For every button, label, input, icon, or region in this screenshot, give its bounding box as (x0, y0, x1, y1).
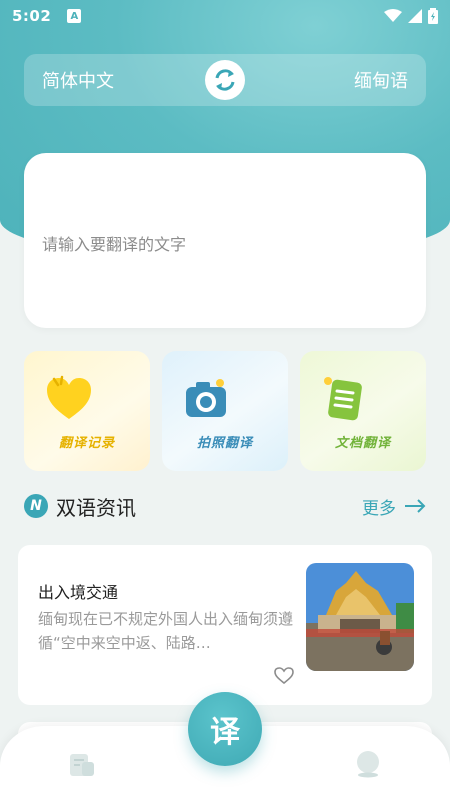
wifi-icon (384, 9, 402, 22)
status-time: 5:02 (12, 7, 52, 25)
swap-icon (215, 69, 235, 91)
arrow-right-icon (405, 499, 426, 513)
section-title: 双语资讯 (56, 495, 136, 520)
document-icon (324, 377, 362, 421)
signal-icon (408, 9, 422, 23)
favorite-icon[interactable] (274, 667, 294, 685)
camera-icon (186, 379, 226, 417)
news-badge-icon: N (24, 494, 48, 518)
news-thumbnail (306, 563, 414, 671)
document-translate-button[interactable]: 文档翻译 (300, 351, 426, 471)
news-title: 出入境交通 (38, 583, 119, 602)
more-label: 更多 (362, 498, 396, 519)
translate-fab-button[interactable]: 译 (188, 692, 262, 766)
translation-history-button[interactable]: 翻译记录 (24, 351, 150, 471)
status-bar: 5:02 A (0, 0, 450, 32)
home-tab-icon[interactable] (68, 752, 96, 778)
translate-input-placeholder: 请输入要翻译的文字 (42, 235, 187, 254)
news-summary: 缅甸现在已不规定外国人出入缅甸须遵循“空中来空中返、陆路… (38, 610, 294, 652)
target-language[interactable]: 缅甸语 (354, 67, 408, 93)
language-selector: 简体中文 缅甸语 (24, 54, 426, 106)
bilingual-news-header: N 双语资讯 更多 (24, 490, 426, 522)
translation-history-label: 翻译记录 (58, 436, 115, 451)
translate-input-card[interactable]: 请输入要翻译的文字 (24, 153, 426, 328)
heart-icon (47, 375, 91, 419)
notification-icon: A (67, 9, 82, 23)
document-translate-label: 文档翻译 (334, 436, 391, 451)
profile-tab-icon[interactable] (354, 750, 382, 778)
photo-translate-label: 拍照翻译 (196, 436, 253, 451)
battery-icon (428, 8, 438, 24)
news-item[interactable]: 出入境交通 缅甸现在已不规定外国人出入缅甸须遵循“空中来空中返、陆路… (18, 545, 432, 705)
more-news-link[interactable]: 更多 (362, 494, 426, 519)
photo-translate-button[interactable]: 拍照翻译 (162, 351, 288, 471)
source-language[interactable]: 简体中文 (42, 67, 114, 93)
swap-language-button[interactable] (205, 60, 245, 100)
